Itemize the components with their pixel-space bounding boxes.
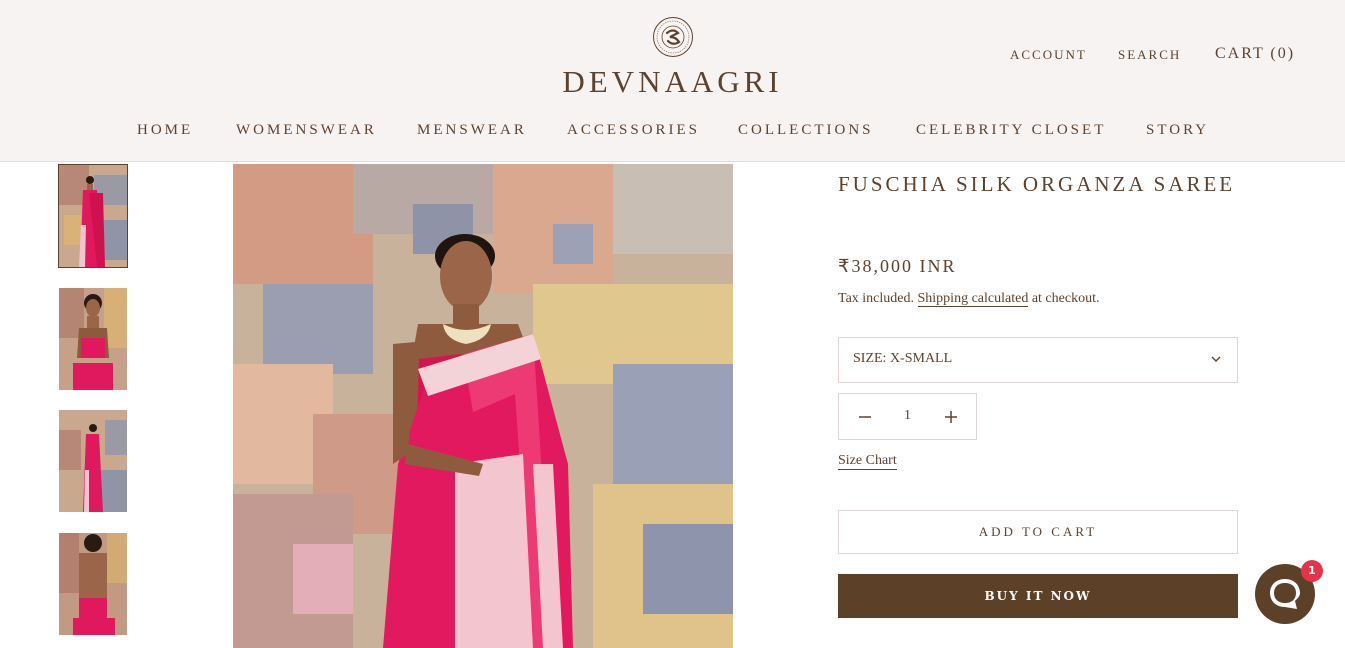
account-link[interactable]: ACCOUNT: [1010, 47, 1087, 63]
nav-celebrity-closet[interactable]: CELEBRITY CLOSET: [916, 122, 1106, 139]
product-title: FUSCHIA SILK ORGANZA SAREE: [838, 172, 1236, 196]
search-link[interactable]: SEARCH: [1118, 47, 1181, 63]
nav-accessories[interactable]: ACCESSORIES: [567, 122, 700, 139]
tax-note-prefix: Tax included.: [838, 291, 914, 306]
thumbnail-4[interactable]: [59, 533, 127, 635]
product-price: ₹38,000 INR: [838, 256, 957, 276]
shipping-link-text-2[interactable]: calculated: [972, 291, 1029, 306]
chat-bubble-icon: [1270, 579, 1300, 609]
product-main-image[interactable]: [233, 164, 733, 648]
shipping-link[interactable]: Shipping calculated: [917, 291, 1029, 307]
size-chart-link[interactable]: Size Chart: [838, 453, 897, 470]
nav-womenswear[interactable]: WOMENSWEAR: [236, 122, 377, 139]
nav-story[interactable]: STORY: [1146, 122, 1209, 139]
nav-menswear[interactable]: MENSWEAR: [417, 122, 527, 139]
site-header: DEVNAAGRI ACCOUNT SEARCH CART (0) HOME W…: [0, 0, 1345, 162]
chevron-down-icon: [1211, 356, 1221, 362]
size-select-label: SIZE: X-SMALL: [853, 351, 953, 366]
thumbnail-3[interactable]: [59, 410, 127, 512]
quantity-stepper: 1: [838, 393, 977, 440]
thumbnail-2[interactable]: [59, 288, 127, 390]
chat-notification-badge: 1: [1301, 560, 1323, 582]
plus-icon[interactable]: [939, 405, 963, 429]
size-select[interactable]: SIZE: X-SMALL: [838, 337, 1238, 383]
add-to-cart-button[interactable]: ADD TO CART: [838, 510, 1238, 554]
thumbnail-1[interactable]: [58, 164, 128, 268]
brand-logo-icon[interactable]: [652, 16, 694, 58]
tax-note-suffix: at checkout.: [1031, 291, 1100, 306]
brand-logo-text[interactable]: DEVNAAGRI: [0, 64, 1345, 100]
buy-it-now-button[interactable]: BUY IT NOW: [838, 574, 1238, 618]
nav-home[interactable]: HOME: [137, 122, 193, 139]
nav-collections[interactable]: COLLECTIONS: [738, 122, 874, 139]
cart-link[interactable]: CART (0): [1215, 45, 1295, 63]
tax-note: Tax included. Shipping calculated at che…: [838, 291, 1099, 307]
shipping-link-text[interactable]: Shipping: [918, 291, 969, 306]
